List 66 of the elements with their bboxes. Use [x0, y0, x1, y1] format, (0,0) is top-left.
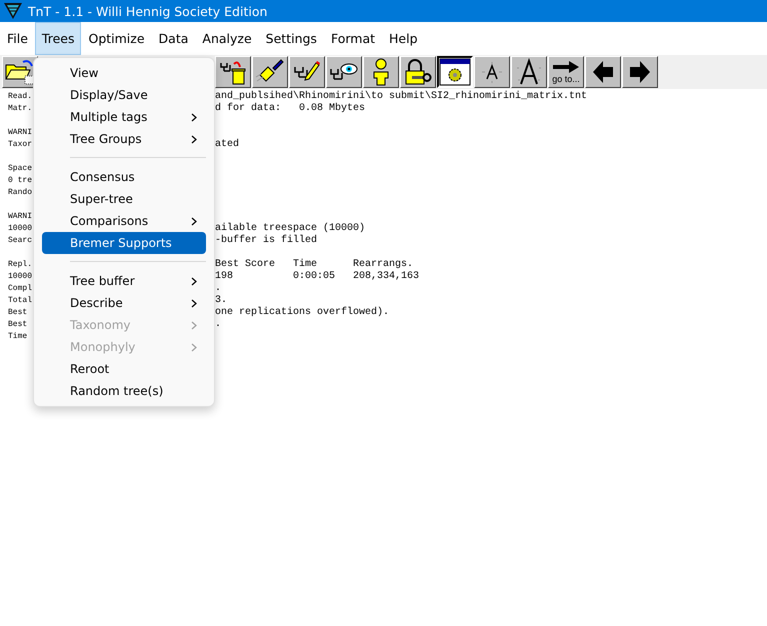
menu-item[interactable]: Tree Groups	[42, 128, 206, 150]
forward-arrow-icon	[628, 60, 652, 84]
toolbar-button[interactable]	[437, 56, 473, 88]
console-text: Compl	[8, 284, 32, 293]
menu-item[interactable]: Settings	[258, 22, 324, 55]
menu-item[interactable]: Random tree(s)	[42, 380, 206, 402]
menu-item[interactable]: Format	[324, 22, 382, 55]
chevron-right-icon	[191, 112, 197, 122]
chevron-right-icon	[191, 320, 197, 330]
chevron-right-icon	[191, 276, 197, 286]
chevron-right-icon	[191, 298, 197, 308]
menu-item[interactable]: Super-tree	[42, 188, 206, 210]
lock-key-icon	[403, 59, 433, 85]
back-arrow-icon	[591, 60, 615, 84]
console-text: Best	[8, 320, 28, 329]
chevron-right-icon	[191, 342, 197, 352]
console-text: -buffer is filled	[215, 235, 318, 246]
triangle-logo-icon	[4, 3, 22, 19]
menu-item[interactable]: Data	[152, 22, 196, 55]
console-text: Total	[8, 296, 32, 305]
console-text: Rando	[8, 188, 32, 197]
large-font-icon	[514, 58, 544, 86]
console-text: 0 tre	[8, 176, 32, 185]
console-text: ailable treespace (10000)	[215, 223, 366, 234]
menu-item[interactable]: File	[0, 22, 35, 55]
menu-item[interactable]: Tree buffer	[42, 270, 206, 292]
console-text: d for data: 0.08 Mbytes	[215, 103, 366, 114]
console-text: 3.	[215, 295, 228, 306]
window-title: TnT - 1.1 - Willi Hennig Society Edition	[28, 4, 268, 18]
console-text: Time	[8, 332, 28, 341]
menu-item[interactable]: Describe	[42, 292, 206, 314]
toolbar-button[interactable]: go to...	[548, 56, 584, 88]
console-text: WARNI	[8, 212, 32, 221]
console-text: Repl.	[8, 260, 32, 269]
menu-item[interactable]: Analyze	[195, 22, 259, 55]
menu-item[interactable]: View	[42, 62, 206, 84]
window-gear-icon	[439, 58, 471, 86]
console-text: Best	[8, 308, 28, 317]
menu-item[interactable]: Bremer Supports	[42, 232, 206, 254]
console-text: and_publsihed\Rhinomirini\to submit\SI2_rhinomirini_matrix.tnt	[215, 91, 588, 102]
console-text: Taxor	[8, 140, 32, 149]
menu-item[interactable]: Help	[382, 22, 425, 55]
console-text: .	[215, 283, 222, 294]
console-text: Searc	[8, 236, 32, 245]
console-text: 198 0:00:05 208,334,163	[215, 271, 420, 282]
menu-item[interactable]: Comparisons	[42, 210, 206, 232]
menu-item[interactable]: Consensus	[42, 166, 206, 188]
console-text: Read.	[8, 92, 32, 101]
menu-item[interactable]: Multiple tags	[42, 106, 206, 128]
chevron-right-icon	[191, 134, 197, 144]
console-text: 10000	[8, 272, 32, 281]
console-text: ated	[215, 139, 240, 150]
menu-item[interactable]: Display/Save	[42, 84, 206, 106]
arrow-right-icon	[553, 60, 579, 72]
console-text: one replications overflowed).	[215, 307, 390, 318]
menu-item[interactable]: Optimize	[81, 22, 152, 55]
console-text: Best Score Time Rearrangs.	[215, 259, 414, 270]
console-text: 10000	[8, 224, 32, 233]
console-text: Matr.	[8, 104, 32, 113]
console-text: WARNI	[8, 128, 32, 137]
menu-item[interactable]: Reroot	[42, 358, 206, 380]
tree-trash-icon	[218, 59, 248, 85]
menu-item[interactable]: Trees	[34, 22, 82, 55]
console-text: Space	[8, 164, 32, 173]
chevron-right-icon	[191, 216, 197, 226]
console-text: .	[215, 319, 222, 330]
